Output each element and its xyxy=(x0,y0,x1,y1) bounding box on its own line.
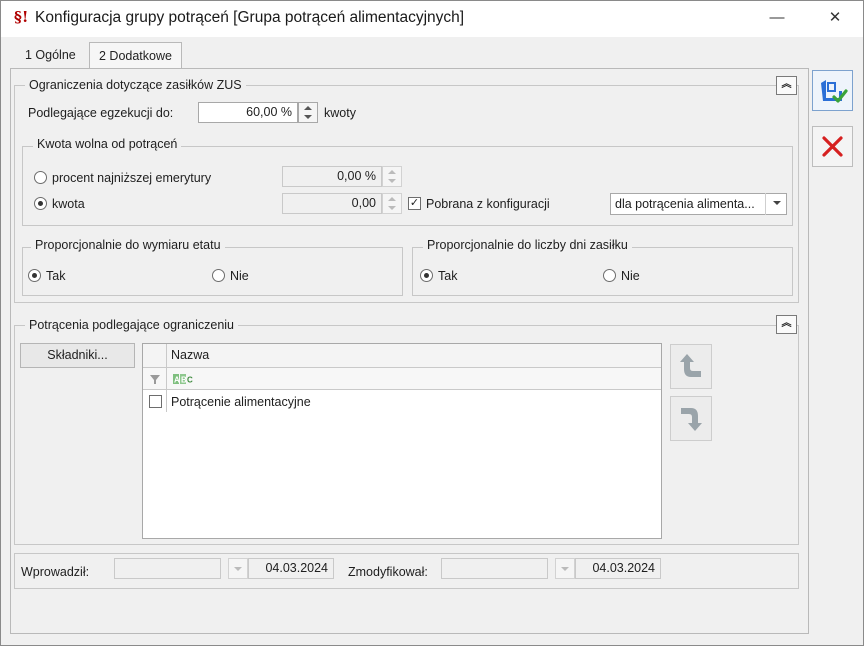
radio-procent-label: procent najniższej emerytury xyxy=(52,171,212,185)
radio-kwota[interactable] xyxy=(34,197,47,210)
funnel-icon[interactable] xyxy=(149,372,161,386)
kwota-wolna-label: Kwota wolna od potrąceń xyxy=(33,137,182,151)
move-down-button[interactable] xyxy=(670,396,712,441)
dni-radio-tak[interactable] xyxy=(420,269,433,282)
spin-down-icon xyxy=(388,206,396,210)
svg-text:C: C xyxy=(187,376,193,385)
curved-arrow-down-icon xyxy=(681,408,702,431)
chevron-down-icon xyxy=(234,567,242,571)
radio-procent[interactable] xyxy=(34,171,47,184)
minimize-button[interactable]: — xyxy=(762,5,792,31)
etat-radio-tak[interactable] xyxy=(28,269,41,282)
cancel-x-icon xyxy=(822,136,843,157)
zmodyfikowal-date-dropdown[interactable] xyxy=(555,558,575,579)
dni-group xyxy=(412,247,793,296)
spin-up-icon xyxy=(388,197,396,201)
pobrana-checkbox[interactable]: ✓ xyxy=(408,197,421,210)
double-chevron-up-icon: ︽ xyxy=(781,79,792,90)
dni-radio-nie[interactable] xyxy=(603,269,616,282)
spin-up-icon xyxy=(304,106,312,110)
potracenia-group-label: Potrącenia podlegające ograniczeniu xyxy=(25,318,239,332)
save-button[interactable] xyxy=(812,70,853,111)
zus-group-label: Ograniczenia dotyczące zasiłków ZUS xyxy=(25,78,246,92)
etat-group-label: Proporcjonalnie do wymiaru etatu xyxy=(31,238,225,252)
grid-column-divider xyxy=(166,390,167,412)
cancel-button[interactable] xyxy=(812,126,853,167)
zmodyfikowal-user-field[interactable] xyxy=(441,558,548,579)
wprowadzil-date-field[interactable]: 04.03.2024 xyxy=(248,558,334,579)
egzekucja-label: Podlegające egzekucji do: xyxy=(28,106,174,120)
column-header-nazwa[interactable]: Nazwa xyxy=(171,348,209,362)
row-checkbox[interactable] xyxy=(149,395,162,408)
potracenia-grid: Nazwa A B C Potrącenie alimentacyjne xyxy=(142,343,662,539)
wprowadzil-label: Wprowadził: xyxy=(21,565,90,579)
tab-dodatkowe[interactable]: 2 Dodatkowe xyxy=(89,42,182,70)
egzekucja-spinner[interactable] xyxy=(298,102,318,123)
close-button[interactable]: ✕ xyxy=(820,5,850,31)
abc-text-icon[interactable]: A B C xyxy=(173,372,195,386)
double-chevron-up-icon: ︽ xyxy=(781,318,792,329)
wprowadzil-date-dropdown[interactable] xyxy=(228,558,248,579)
kwota-spinner[interactable] xyxy=(382,193,402,214)
etat-nie-label: Nie xyxy=(230,269,249,283)
tab-ogolne[interactable]: 1 Ogólne xyxy=(16,42,85,69)
radio-kwota-label: kwota xyxy=(52,197,85,211)
curved-arrow-up-icon xyxy=(680,354,701,377)
procent-input[interactable]: 0,00 % xyxy=(282,166,382,187)
skladniki-button[interactable]: Składniki... xyxy=(20,343,135,368)
dni-group-label: Proporcjonalnie do liczby dni zasiłku xyxy=(423,238,632,252)
egzekucja-input[interactable]: 60,00 % xyxy=(198,102,298,123)
etat-tak-label: Tak xyxy=(46,269,66,283)
konfiguracja-combo[interactable]: dla potrącenia alimenta... xyxy=(610,193,787,215)
zmodyfikowal-date-field[interactable]: 04.03.2024 xyxy=(575,558,661,579)
document-paragraph-icon: §! xyxy=(14,8,29,26)
save-disk-check-icon xyxy=(821,80,848,103)
chevron-down-icon xyxy=(561,567,569,571)
grid-filter-row xyxy=(143,368,661,390)
dni-nie-label: Nie xyxy=(621,269,640,283)
collapse-potracenia-button[interactable]: ︽ xyxy=(776,315,797,334)
spin-down-icon xyxy=(388,179,396,183)
kwota-input[interactable]: 0,00 xyxy=(282,193,382,214)
combo-value: dla potrącenia alimenta... xyxy=(615,197,755,211)
procent-spinner[interactable] xyxy=(382,166,402,187)
svg-text:A: A xyxy=(174,376,180,385)
spin-up-icon xyxy=(388,170,396,174)
checkmark-icon: ✓ xyxy=(409,197,420,209)
pobrana-label: Pobrana z konfiguracji xyxy=(426,197,550,211)
zmodyfikowal-label: Zmodyfikował: xyxy=(348,565,428,579)
move-up-button[interactable] xyxy=(670,344,712,389)
combo-dropdown-icon[interactable] xyxy=(765,193,787,215)
table-row[interactable]: Potrącenie alimentacyjne xyxy=(171,395,311,409)
wprowadzil-user-field[interactable] xyxy=(114,558,221,579)
collapse-zus-button[interactable]: ︽ xyxy=(776,76,797,95)
grid-header xyxy=(143,344,661,368)
egzekucja-suffix: kwoty xyxy=(324,106,356,120)
window-title: Konfiguracja grupy potrąceń [Grupa potrą… xyxy=(35,9,465,26)
spin-down-icon xyxy=(304,115,312,119)
etat-radio-nie[interactable] xyxy=(212,269,225,282)
dni-tak-label: Tak xyxy=(438,269,458,283)
